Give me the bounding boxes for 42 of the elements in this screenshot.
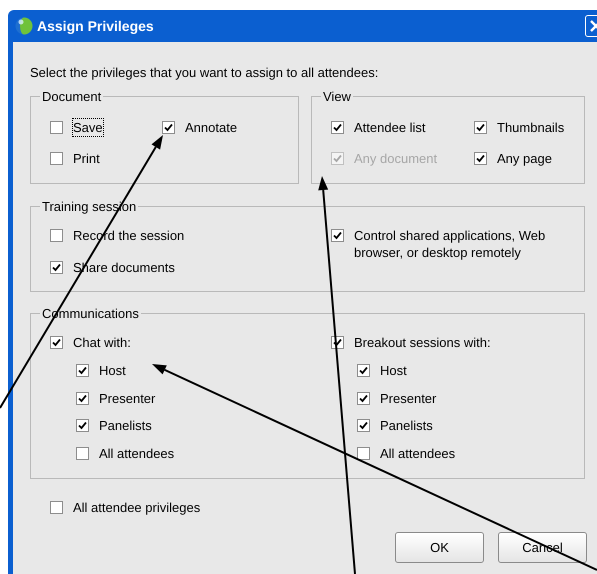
window-title: Assign Privileges	[37, 16, 154, 36]
checkbox-label: Panelists	[380, 417, 433, 434]
checkbox-label: Chat with:	[73, 334, 131, 351]
checkbox[interactable]	[357, 364, 370, 377]
checkbox-label: Thumbnails	[497, 119, 564, 136]
checkbox[interactable]	[50, 152, 63, 165]
checkbox[interactable]	[357, 446, 370, 460]
checkbox-label: Presenter	[380, 390, 436, 406]
checkbox[interactable]	[162, 121, 175, 134]
checkbox[interactable]	[357, 392, 370, 404]
checkbox-label: Breakout sessions with:	[354, 334, 491, 351]
checkbox-label: Any document	[354, 150, 438, 167]
checkbox[interactable]	[50, 336, 63, 349]
checkbox[interactable]	[357, 419, 370, 432]
checkbox[interactable]	[474, 121, 487, 134]
checkbox[interactable]	[474, 152, 487, 165]
checkbox-label: Save	[73, 119, 103, 136]
checkbox-label: Host	[99, 362, 126, 379]
checkbox-label: Host	[380, 362, 407, 379]
checkbox[interactable]	[50, 121, 63, 134]
checkbox[interactable]	[50, 501, 63, 514]
dialog-button[interactable]: OK	[395, 532, 484, 563]
instruction-text: Select the privileges that you want to assign to all attendees:	[30, 64, 380, 81]
checkbox-label: Presenter	[99, 390, 156, 406]
checkbox-label: Attendee list	[354, 119, 426, 136]
checkbox[interactable]	[76, 419, 89, 432]
checkbox[interactable]	[76, 446, 89, 460]
checkbox-label: Any page	[497, 150, 552, 167]
checkbox-label: Panelists	[99, 417, 152, 434]
checkbox[interactable]	[50, 261, 63, 274]
checkbox-label: All attendees	[380, 444, 456, 462]
globe-icon	[15, 17, 33, 35]
checkbox-label: Print	[73, 150, 100, 167]
checkbox[interactable]	[50, 229, 63, 242]
checkbox[interactable]	[331, 121, 344, 134]
checkbox-label: All attendees	[99, 444, 174, 462]
checkbox-label: Annotate	[185, 119, 238, 136]
checkbox[interactable]	[76, 392, 89, 404]
checkbox-label: All attendee privileges	[73, 499, 200, 516]
checkbox[interactable]	[76, 364, 89, 377]
checkbox-label: Control shared applications, Web browser, or desktop remotely	[354, 227, 546, 261]
checkbox[interactable]	[331, 229, 344, 242]
